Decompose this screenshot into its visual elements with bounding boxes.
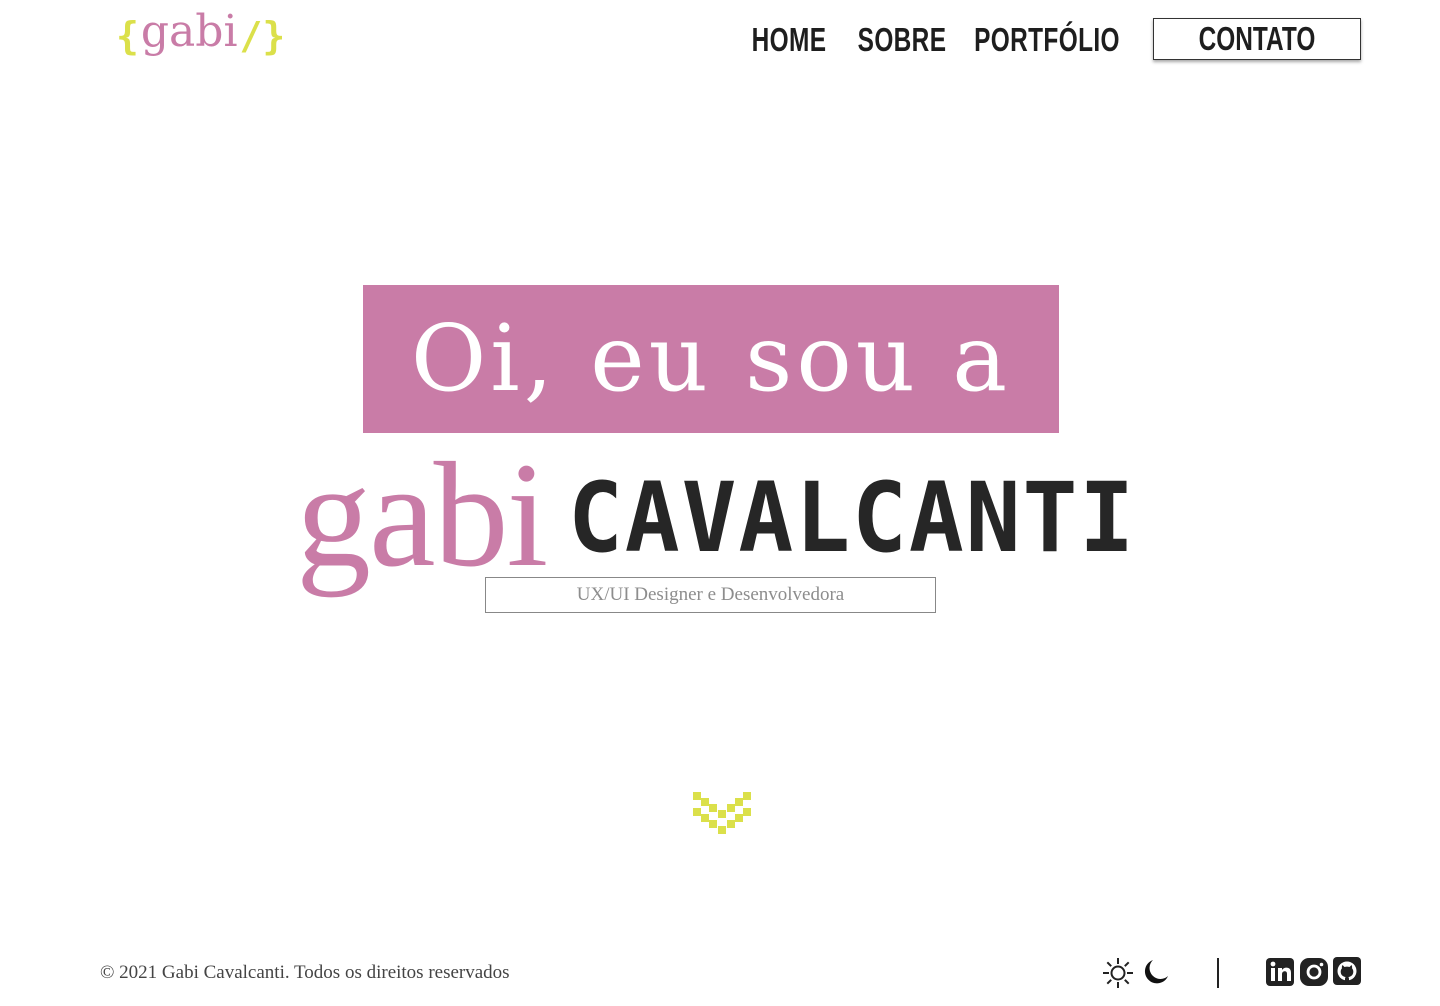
instagram-icon[interactable] <box>1299 956 1329 988</box>
hero-greeting-box: Oi, eu sou a <box>363 285 1059 433</box>
chevron-down-icon[interactable] <box>693 792 751 838</box>
chevron-down-icon-graphic <box>693 792 751 834</box>
nav-sobre[interactable]: SOBRE <box>858 18 946 62</box>
hero-first-name: gabi <box>296 432 548 598</box>
hero-last-name: CAVALCANTI <box>568 462 1137 574</box>
contact-button[interactable]: CONTATO <box>1153 18 1361 60</box>
hero-subtitle: UX/UI Designer e Desenvolvedora <box>576 584 845 605</box>
hero-greeting: Oi, eu sou a <box>410 305 1012 412</box>
moon-icon[interactable] <box>1140 957 1170 987</box>
hero-name: gabi CAVALCANTI <box>296 440 1146 590</box>
github-icon[interactable] <box>1332 956 1362 988</box>
sun-icon[interactable] <box>1103 958 1133 988</box>
linkedin-icon[interactable] <box>1265 956 1295 988</box>
footer-divider <box>1217 958 1219 988</box>
footer-copyright: © 2021 Gabi Cavalcanti. Todos os direito… <box>100 962 510 983</box>
contact-button-label: CONTATO <box>1198 20 1316 57</box>
nav-home[interactable]: HOME <box>752 18 826 62</box>
hero-subtitle-box: UX/UI Designer e Desenvolvedora <box>485 577 936 613</box>
nav-portfolio[interactable]: PORTFÓLIO <box>974 18 1119 62</box>
main-nav: HOME SOBRE PORTFÓLIO CONTATO <box>0 18 1440 62</box>
